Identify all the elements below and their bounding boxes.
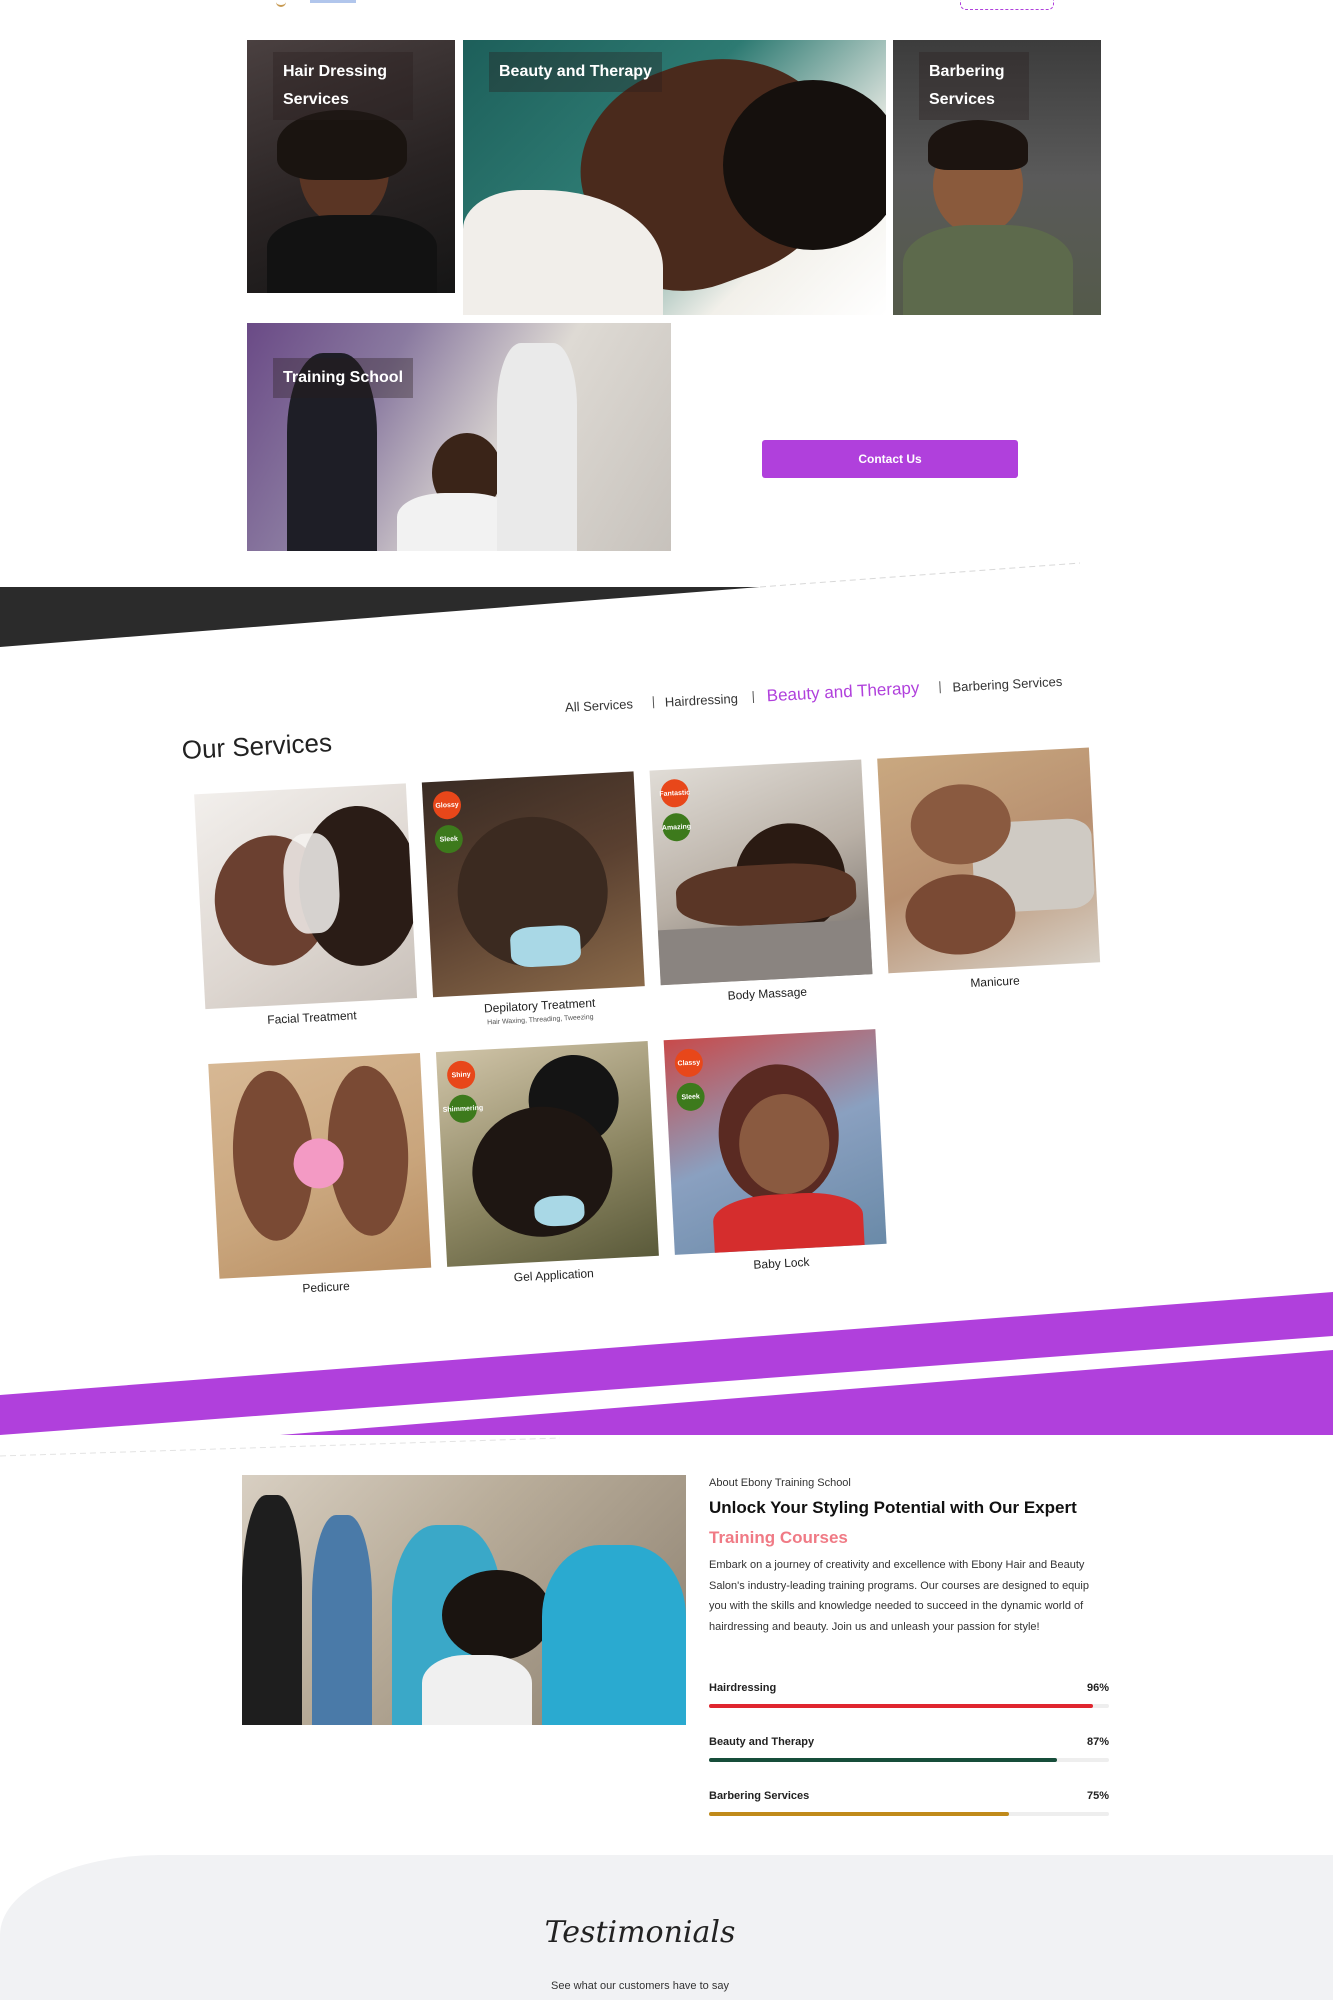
service-card-body-massage[interactable]: Fantastic Amazing [649,759,873,986]
training-school-photo [242,1475,686,1725]
testimonials-title: Testimonials [544,1915,736,1950]
about-highlight: Training Courses [709,1528,848,1547]
service-card-pedicure[interactable] [208,1052,432,1279]
badge: Fantastic [659,778,690,808]
service-card-manicure[interactable] [877,747,1101,974]
category-label: Training School [273,358,414,398]
section-divider-purple [0,1292,1333,1457]
about-title: Unlock Your Styling Potential with Our E… [709,1498,1077,1517]
skill-percent: 75% [1087,1790,1110,1802]
skill-bar-fill [709,1758,1057,1762]
service-card-gel-application[interactable]: Shiny Shimmering [435,1041,659,1267]
testimonials-section: Testimonials See what our customers have… [0,1855,1333,2000]
about-kicker: About Ebony Training School [709,1477,851,1489]
category-tile-training-school[interactable]: Training School [247,323,671,551]
service-name: Baby Lock [753,1254,810,1272]
logo-tagline [310,0,356,3]
badge: Amazing [662,812,691,842]
testimonials-subtitle: See what our customers have to say [551,1980,729,1992]
scissors-logo-icon [276,0,286,7]
contact-us-button[interactable]: Contact Us [762,440,1018,478]
category-tile-beauty-therapy[interactable]: Beauty and Therapy [463,40,886,315]
skill-label: Barbering Services [709,1790,810,1802]
badge: Classy [674,1048,704,1078]
skill-bar-track [709,1704,1109,1708]
skill-bar-track [709,1758,1109,1762]
service-card-baby-lock[interactable]: Classy Sleek [663,1029,887,1255]
skill-bar-fill [709,1704,1093,1708]
badge: Sleek [434,824,464,854]
service-name: Facial Treatment [266,1008,357,1027]
service-card-depilatory[interactable]: Glossy Sleek [421,771,645,998]
category-label: Hair Dressing Services [273,52,413,120]
category-tile-barbering[interactable]: Barbering Services [893,40,1101,315]
service-name: Body Massage [727,984,808,1003]
about-body: Embark on a journey of creativity and ex… [709,1559,1089,1633]
service-card-facial[interactable] [194,783,418,1010]
service-name: Manicure [970,973,1021,991]
tab-all-services[interactable]: All Services [565,696,634,715]
header-menu-button[interactable] [960,0,1054,10]
tab-barbering-services[interactable]: Barbering Services [952,674,1062,695]
badge: Sleek [675,1082,706,1112]
category-label: Barbering Services [919,52,1029,120]
category-label: Beauty and Therapy [489,52,662,92]
tab-hairdressing[interactable]: Hairdressing [665,691,739,710]
skill-percent: 87% [1087,1736,1110,1748]
site-logo[interactable] [270,0,380,8]
skill-bar-fill [709,1812,1009,1816]
badge: Glossy [432,790,462,820]
skill-bar-track [709,1812,1109,1816]
skill-label: Beauty and Therapy [709,1736,815,1748]
services-section: Our Services All Services Hairdressing B… [0,606,1333,1375]
badge: Shimmering [443,1094,483,1124]
tab-beauty-therapy[interactable]: Beauty and Therapy [766,678,920,706]
category-tile-hair-dressing[interactable]: Hair Dressing Services [247,40,455,293]
badge: Shiny [446,1060,476,1090]
skill-label: Hairdressing [709,1682,777,1694]
services-heading: Our Services [180,727,333,765]
skill-percent: 96% [1087,1682,1110,1694]
